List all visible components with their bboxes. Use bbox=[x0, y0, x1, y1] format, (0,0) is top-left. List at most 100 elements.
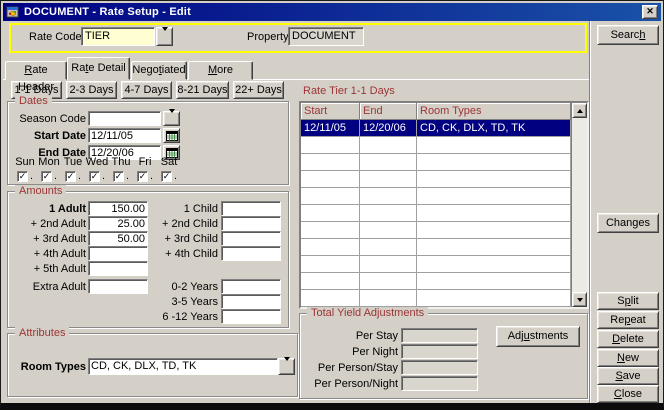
split-button[interactable]: Split bbox=[597, 292, 659, 310]
dropdown-arrow-icon bbox=[169, 113, 175, 125]
table-row[interactable] bbox=[301, 273, 571, 290]
years-6-12-input[interactable] bbox=[221, 309, 281, 324]
rate-code-lov-button[interactable] bbox=[156, 27, 173, 46]
per-stay-input[interactable] bbox=[401, 328, 478, 343]
grid-cell bbox=[417, 290, 571, 307]
weekday-checkbox[interactable]: ✓ bbox=[41, 171, 52, 182]
amount-extra-adult-input[interactable] bbox=[88, 279, 148, 294]
day-tab-8-21[interactable]: 8-21 Days bbox=[176, 81, 229, 99]
close-window-button[interactable]: ✕ bbox=[642, 5, 658, 19]
amount-2nd-adult-label: + 2nd Adult bbox=[9, 218, 86, 231]
grid-cell bbox=[360, 273, 417, 290]
grid-cell bbox=[301, 188, 360, 205]
table-row[interactable] bbox=[301, 256, 571, 273]
weekday-checkbox[interactable]: ✓ bbox=[17, 171, 28, 182]
weekday-checkbox[interactable]: ✓ bbox=[89, 171, 100, 182]
amount-4th-child-label: + 4th Child bbox=[149, 248, 218, 261]
years-3-5-label: 3-5 Years bbox=[149, 296, 218, 309]
weekday-checkbox[interactable]: ✓ bbox=[65, 171, 76, 182]
season-code-input[interactable] bbox=[88, 111, 161, 126]
scroll-down-button[interactable] bbox=[572, 292, 587, 307]
amount-1-child-label: 1 Child bbox=[149, 203, 218, 216]
table-row[interactable] bbox=[301, 171, 571, 188]
new-button[interactable]: New bbox=[597, 349, 659, 367]
day-tab-2-3[interactable]: 2-3 Days bbox=[66, 81, 117, 99]
amount-5th-adult-input[interactable] bbox=[88, 261, 148, 276]
amount-2nd-child-label: + 2nd Child bbox=[149, 218, 218, 231]
grid-cell bbox=[360, 256, 417, 273]
table-row[interactable] bbox=[301, 290, 571, 307]
grid-cell bbox=[360, 290, 417, 307]
table-row[interactable] bbox=[301, 154, 571, 171]
amount-extra-adult-label: Extra Adult bbox=[9, 281, 86, 294]
weekday-checkbox[interactable]: ✓ bbox=[161, 171, 172, 182]
rate-code-input[interactable]: TIER bbox=[81, 27, 155, 46]
years-0-2-label: 0-2 Years bbox=[149, 281, 218, 294]
amount-3rd-adult-input[interactable]: 50.00 bbox=[88, 231, 148, 246]
day-tab-22plus[interactable]: 22+ Days bbox=[233, 81, 284, 99]
weekday-label: Wed bbox=[85, 156, 109, 168]
amount-4th-adult-label: + 4th Adult bbox=[9, 248, 86, 261]
tab-more[interactable]: More bbox=[188, 61, 253, 80]
weekday-dot: . bbox=[174, 170, 177, 182]
table-row[interactable] bbox=[301, 222, 571, 239]
arrow-down-icon bbox=[577, 298, 583, 302]
title-bar[interactable]: DOCUMENT - Rate Setup - Edit ✕ bbox=[3, 3, 661, 21]
tab-negotiated[interactable]: Negotiated bbox=[131, 61, 187, 80]
start-date-input[interactable]: 12/11/05 bbox=[88, 128, 161, 143]
years-0-2-input[interactable] bbox=[221, 279, 281, 294]
room-types-label: Room Types bbox=[9, 361, 86, 374]
table-row[interactable] bbox=[301, 188, 571, 205]
tab-rate-header[interactable]: Rate Header bbox=[5, 61, 67, 80]
grid-column-room-types[interactable]: Room Types bbox=[417, 103, 571, 120]
years-3-5-input[interactable] bbox=[221, 294, 281, 309]
yield-legend: Total Yield Adjustments bbox=[307, 307, 428, 320]
grid-cell bbox=[301, 205, 360, 222]
table-row[interactable] bbox=[301, 205, 571, 222]
scroll-up-button[interactable] bbox=[572, 103, 587, 118]
grid-cell bbox=[301, 137, 360, 154]
weekday-mon: Mon✓. bbox=[37, 156, 61, 182]
amount-1-adult-input[interactable]: 150.00 bbox=[88, 201, 148, 216]
per-person-stay-input[interactable] bbox=[401, 360, 478, 375]
table-row[interactable] bbox=[301, 239, 571, 256]
delete-button[interactable]: Delete bbox=[597, 330, 659, 348]
weekday-checkbox[interactable]: ✓ bbox=[137, 171, 148, 182]
tab-rate-detail[interactable]: Rate Detail bbox=[67, 57, 130, 80]
grid-cell bbox=[360, 188, 417, 205]
room-types-lov-button[interactable] bbox=[278, 358, 295, 375]
season-code-lov-button[interactable] bbox=[163, 111, 180, 126]
grid-column-start[interactable]: Start bbox=[301, 103, 360, 120]
season-code-label: Season Code bbox=[9, 113, 86, 126]
repeat-button[interactable]: Repeat bbox=[597, 311, 659, 329]
weekday-dot: . bbox=[54, 170, 57, 182]
dates-legend: Dates bbox=[15, 95, 52, 108]
per-person-night-input[interactable] bbox=[401, 376, 478, 391]
save-button[interactable]: Save bbox=[597, 367, 659, 385]
amount-1-child-input[interactable] bbox=[221, 201, 281, 216]
start-date-calendar-button[interactable] bbox=[163, 128, 180, 143]
weekday-checkbox[interactable]: ✓ bbox=[113, 171, 124, 182]
dropdown-arrow-icon bbox=[284, 361, 290, 373]
weekday-dot: . bbox=[78, 170, 81, 182]
amount-2nd-adult-input[interactable]: 25.00 bbox=[88, 216, 148, 231]
grid-column-end[interactable]: End bbox=[360, 103, 417, 120]
search-button[interactable]: Search bbox=[597, 25, 659, 45]
amount-4th-child-input[interactable] bbox=[221, 246, 281, 261]
amount-4th-adult-input[interactable] bbox=[88, 246, 148, 261]
day-tab-4-7[interactable]: 4-7 Days bbox=[121, 81, 172, 99]
property-field[interactable]: DOCUMENT bbox=[288, 27, 364, 46]
grid-body: 12/11/0512/20/06CD, CK, DLX, TD, TK bbox=[301, 120, 571, 307]
amount-3rd-child-input[interactable] bbox=[221, 231, 281, 246]
amount-2nd-child-input[interactable] bbox=[221, 216, 281, 231]
changes-button[interactable]: Changes bbox=[597, 213, 659, 233]
dropdown-arrow-icon bbox=[162, 31, 168, 43]
table-row[interactable] bbox=[301, 137, 571, 154]
adjustments-button[interactable]: Adjustments bbox=[496, 326, 580, 347]
close-button[interactable]: Close bbox=[597, 385, 659, 403]
weekday-dot: . bbox=[126, 170, 129, 182]
table-row[interactable]: 12/11/0512/20/06CD, CK, DLX, TD, TK bbox=[301, 120, 571, 137]
room-types-input[interactable]: CD, CK, DLX, TD, TK bbox=[88, 358, 278, 375]
per-night-input[interactable] bbox=[401, 344, 478, 359]
grid-scrollbar[interactable] bbox=[571, 103, 587, 307]
